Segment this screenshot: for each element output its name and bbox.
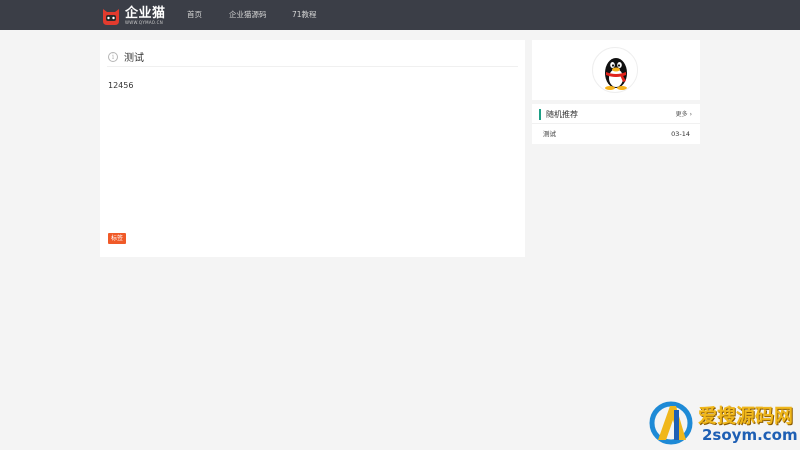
top-navbar: 企业猫 WWW.QYMAO.CN 首页 企业猫源码 71教程 [0,0,800,30]
tag-badge[interactable]: 标签 [108,233,127,244]
recommend-item-title: 测试 [543,130,556,138]
watermark: 爱搜源码网 2soym.com [648,398,800,448]
logo-subtitle: WWW.QYMAO.CN [125,20,164,25]
more-label: 更多 [675,111,688,118]
recommend-header: 随机推荐 更多 › [532,104,700,124]
cat-logo-icon [101,6,121,26]
watermark-logo-icon [649,401,693,445]
nav-tutorial[interactable]: 71教程 [292,10,317,20]
info-icon: i [108,51,118,62]
article-header: i 测试 [107,47,518,67]
random-recommend-card: 随机推荐 更多 › 测试 03-14 [532,104,700,144]
nav-home[interactable]: 首页 [187,10,202,20]
recommend-item-date: 03-14 [671,130,690,138]
watermark-en: 2soym.com [702,426,798,444]
article-title: 测试 [124,53,144,64]
nav-source[interactable]: 企业猫源码 [229,10,267,20]
recommend-item[interactable]: 测试 03-14 [532,125,700,144]
article-card: i 测试 12456 标签 [100,40,525,257]
avatar-card [532,40,700,100]
watermark-cn: 爱搜源码网 [698,405,794,427]
chevron-right-icon: › [689,111,692,118]
qq-penguin-avatar[interactable] [592,47,638,93]
site-logo[interactable]: 企业猫 WWW.QYMAO.CN [101,5,166,27]
article-body: 12456 [108,81,134,90]
more-link[interactable]: 更多 › [676,110,692,119]
recommend-title: 随机推荐 [546,110,578,119]
accent-bar [539,109,541,120]
logo-title: 企业猫 [125,6,166,21]
